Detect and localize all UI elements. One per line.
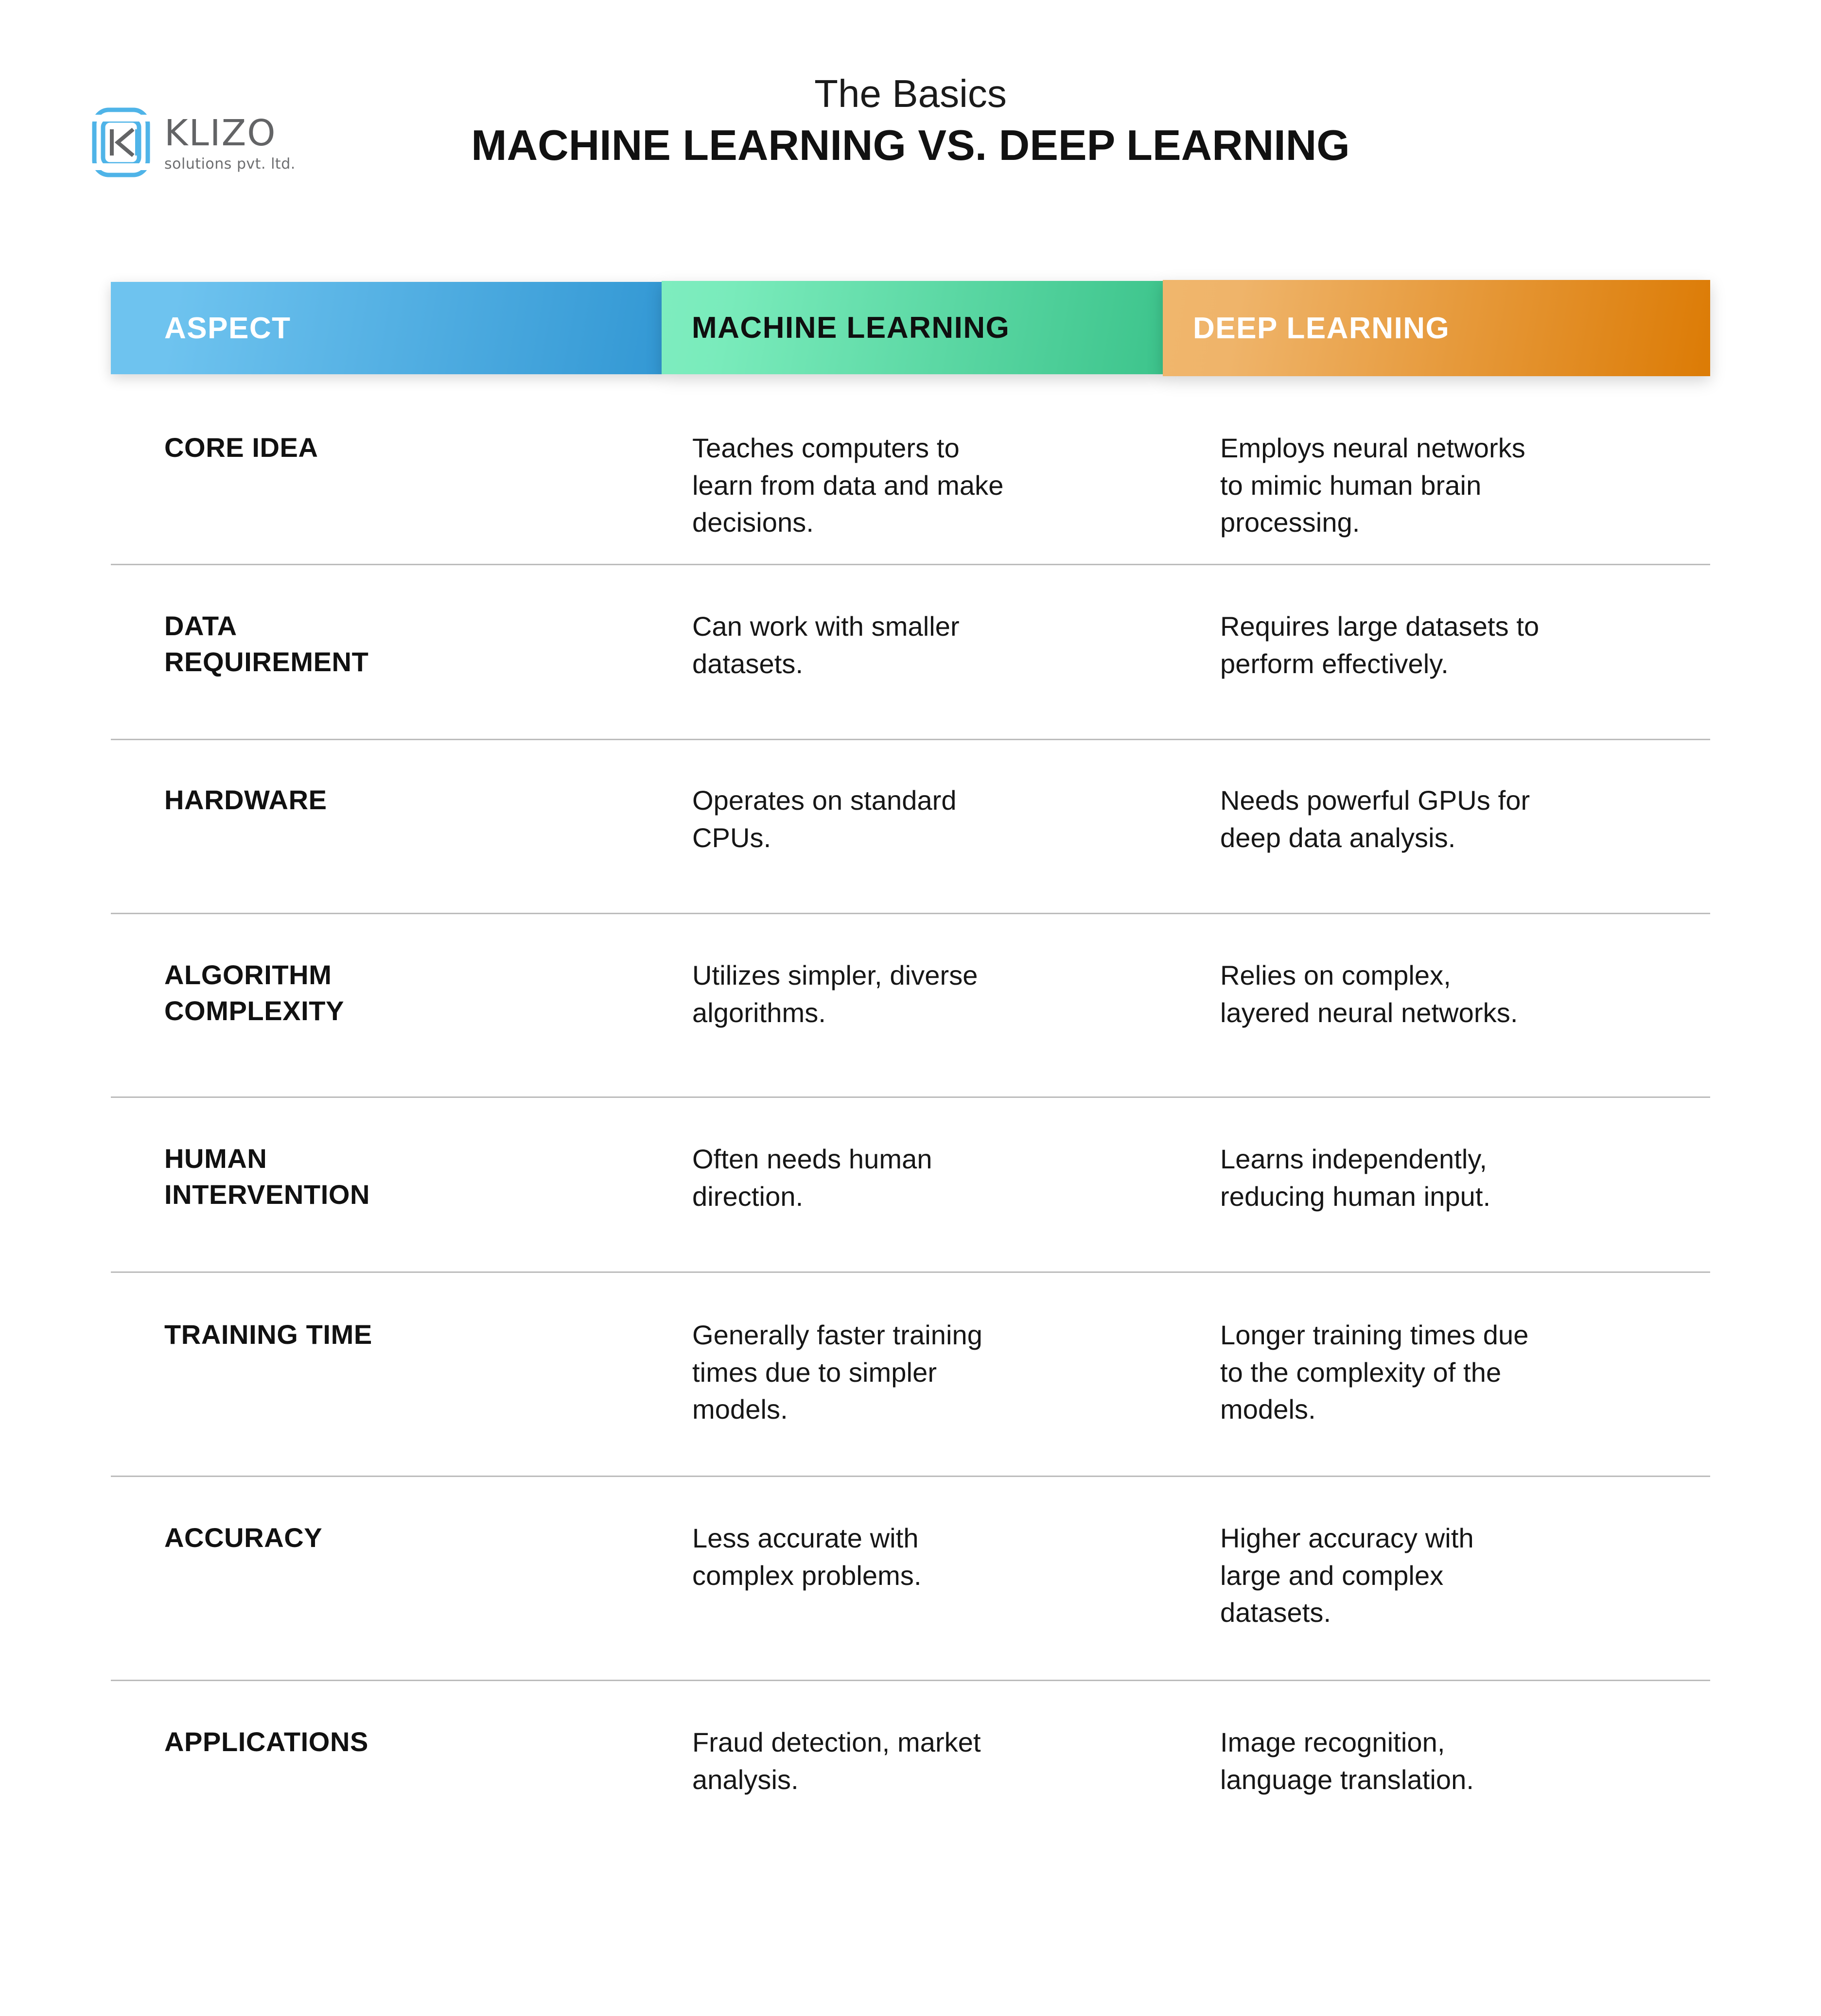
aspect-label: ACCURACY [164,1522,323,1553]
table-header-row: ASPECT MACHINE LEARNING DEEP LEARNING [111,272,1710,384]
page-title: MACHINE LEARNING VS. DEEP LEARNING [471,121,1350,169]
machine-learning-text: Fraud detection, market analysis. [692,1727,981,1795]
deep-learning-text: Needs powerful GPUs for deep data analys… [1220,785,1530,853]
aspect-label: APPLICATIONS [164,1726,368,1757]
aspect-label: CORE IDEA [164,432,318,463]
page-subtitle: The Basics [814,72,1007,115]
table-cell-aspect: ALGORITHM COMPLEXITY [111,957,692,1029]
table-row: HARDWARE Operates on standard CPUs. Need… [111,739,1710,913]
table-cell-aspect: HARDWARE [111,782,692,818]
machine-learning-text: Generally faster training times due to s… [692,1320,983,1425]
table-cell-deep-learning: Higher accuracy with large and complex d… [1220,1520,1710,1632]
machine-learning-text: Often needs human direction. [692,1144,932,1212]
column-header-machine-learning-label: MACHINE LEARNING [692,311,1010,345]
table-cell-machine-learning: Less accurate with complex problems. [692,1520,1220,1594]
table-row: ACCURACY Less accurate with complex prob… [111,1476,1710,1680]
deep-learning-text: Learns independently, reducing human inp… [1220,1144,1491,1212]
table-cell-machine-learning: Generally faster training times due to s… [692,1317,1220,1428]
table-row: HUMAN INTERVENTION Often needs human dir… [111,1096,1710,1271]
deep-learning-text: Image recognition, language translation. [1220,1727,1474,1795]
table-cell-aspect: TRAINING TIME [111,1317,692,1353]
table-cell-machine-learning: Often needs human direction. [692,1141,1220,1215]
table-cell-deep-learning: Employs neural networks to mimic human b… [1220,430,1710,541]
table-cell-aspect: DATA REQUIREMENT [111,608,692,680]
machine-learning-text: Teaches computers to learn from data and… [692,433,1004,538]
machine-learning-text: Operates on standard CPUs. [692,785,957,853]
comparison-table: CORE IDEA Teaches computers to learn fro… [111,399,1710,1825]
table-cell-machine-learning: Operates on standard CPUs. [692,782,1220,856]
aspect-label: DATA REQUIREMENT [164,610,369,677]
table-cell-machine-learning: Fraud detection, market analysis. [692,1724,1220,1798]
table-cell-machine-learning: Can work with smaller datasets. [692,608,1220,682]
table-cell-aspect: HUMAN INTERVENTION [111,1141,692,1213]
table-row: TRAINING TIME Generally faster training … [111,1271,1710,1476]
deep-learning-text: Higher accuracy with large and complex d… [1220,1523,1474,1628]
column-header-deep-learning: DEEP LEARNING [1163,280,1710,376]
table-cell-machine-learning: Utilizes simpler, diverse algorithms. [692,957,1220,1031]
table-cell-aspect: ACCURACY [111,1520,692,1556]
aspect-label: HUMAN INTERVENTION [164,1143,370,1210]
machine-learning-text: Can work with smaller datasets. [692,611,960,679]
column-header-aspect-label: ASPECT [164,311,291,345]
table-cell-deep-learning: Requires large datasets to perform effec… [1220,608,1710,682]
table-cell-deep-learning: Longer training times due to the complex… [1220,1317,1710,1428]
deep-learning-text: Employs neural networks to mimic human b… [1220,433,1525,538]
table-row: ALGORITHM COMPLEXITY Utilizes simpler, d… [111,913,1710,1096]
table-row: APPLICATIONS Fraud detection, market ana… [111,1680,1710,1825]
table-cell-deep-learning: Learns independently, reducing human inp… [1220,1141,1710,1215]
page-title-block: The Basics MACHINE LEARNING VS. DEEP LEA… [0,72,1821,170]
table-cell-deep-learning: Needs powerful GPUs for deep data analys… [1220,782,1710,856]
machine-learning-text: Less accurate with complex problems. [692,1523,922,1591]
table-cell-aspect: APPLICATIONS [111,1724,692,1760]
column-header-aspect: ASPECT [111,282,662,374]
column-header-deep-learning-label: DEEP LEARNING [1193,311,1450,345]
table-cell-deep-learning: Relies on complex, layered neural networ… [1220,957,1710,1031]
aspect-label: TRAINING TIME [164,1319,372,1350]
table-cell-deep-learning: Image recognition, language translation. [1220,1724,1710,1798]
table-row: CORE IDEA Teaches computers to learn fro… [111,399,1710,564]
table-cell-aspect: CORE IDEA [111,430,692,466]
deep-learning-text: Requires large datasets to perform effec… [1220,611,1540,679]
column-header-machine-learning: MACHINE LEARNING [662,281,1163,374]
machine-learning-text: Utilizes simpler, diverse algorithms. [692,960,978,1028]
deep-learning-text: Relies on complex, layered neural networ… [1220,960,1518,1028]
table-row: DATA REQUIREMENT Can work with smaller d… [111,564,1710,739]
table-cell-machine-learning: Teaches computers to learn from data and… [692,430,1220,541]
deep-learning-text: Longer training times due to the complex… [1220,1320,1529,1425]
aspect-label: HARDWARE [164,784,327,815]
aspect-label: ALGORITHM COMPLEXITY [164,959,345,1026]
